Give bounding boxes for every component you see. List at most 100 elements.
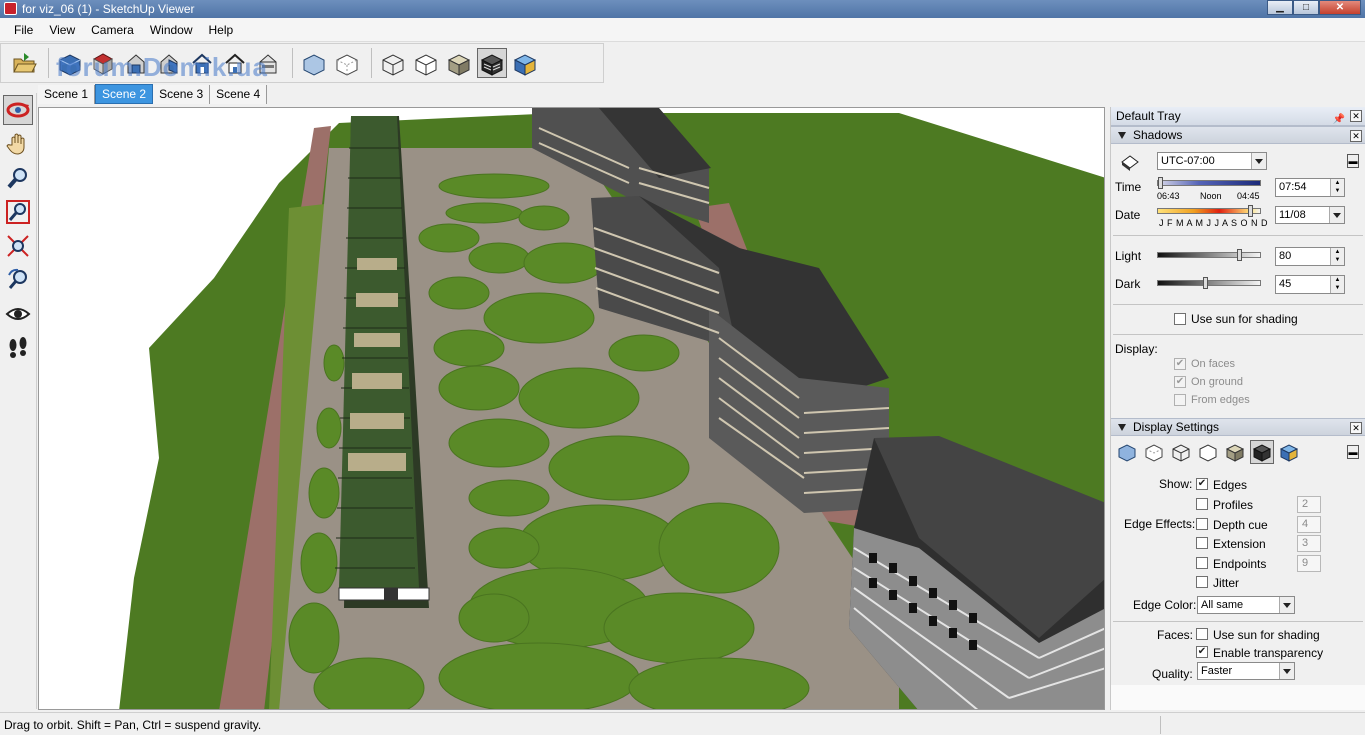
navigation-toolbar <box>0 93 37 709</box>
iso-view-button[interactable] <box>55 48 85 78</box>
faces-use-sun-checkbox[interactable] <box>1196 628 1208 640</box>
menu-camera[interactable]: Camera <box>83 23 142 37</box>
depth-cue-checkbox[interactable] <box>1196 518 1208 530</box>
extension-input[interactable]: 3 <box>1297 535 1321 552</box>
use-sun-shading-checkbox[interactable] <box>1174 313 1186 325</box>
date-select[interactable]: 11/08 <box>1275 206 1345 224</box>
orbit-tool-button[interactable] <box>3 95 33 125</box>
look-around-tool-button[interactable] <box>3 299 33 329</box>
model-viewport[interactable] <box>38 107 1105 710</box>
on-ground-checkbox[interactable] <box>1174 376 1186 388</box>
profiles-label: Profiles <box>1213 498 1254 512</box>
divider <box>1113 304 1363 305</box>
depth-cue-input[interactable]: 4 <box>1297 516 1321 533</box>
left-view-button[interactable] <box>220 48 250 78</box>
monochrome-style-button[interactable] <box>510 48 540 78</box>
date-slider[interactable] <box>1157 208 1261 214</box>
zoom-window-tool-button[interactable] <box>3 197 33 227</box>
minimize-button[interactable]: ▁ <box>1267 0 1293 15</box>
endpoints-input[interactable]: 9 <box>1297 555 1321 572</box>
wireframe-style-icon[interactable] <box>1171 442 1191 462</box>
shaded-with-textures-button[interactable] <box>477 48 507 78</box>
back-view-button[interactable] <box>187 48 217 78</box>
bottom-view-button[interactable] <box>253 48 283 78</box>
light-slider-thumb[interactable] <box>1237 249 1242 261</box>
menu-help[interactable]: Help <box>201 23 242 37</box>
xray-style-icon <box>303 54 325 76</box>
top-view-button[interactable] <box>88 48 118 78</box>
light-input[interactable]: 80 ▲ ▼ <box>1275 247 1345 266</box>
close-button[interactable]: ✕ <box>1319 0 1361 15</box>
shadows-panel-header[interactable]: Shadows ✕ <box>1111 126 1365 144</box>
spinner-arrows-icon[interactable]: ▲ ▼ <box>1330 276 1344 293</box>
edges-checkbox[interactable] <box>1196 478 1208 490</box>
xray-style-button[interactable] <box>299 48 329 78</box>
date-slider-thumb[interactable] <box>1248 205 1253 217</box>
tab-scene-1[interactable]: Scene 1 <box>38 85 96 104</box>
maximize-button[interactable]: □ <box>1293 0 1319 15</box>
measurements-box[interactable] <box>1160 716 1363 734</box>
shadows-panel-close-button[interactable]: ✕ <box>1350 130 1362 142</box>
shadow-toggle-icon[interactable] <box>1119 152 1141 172</box>
tab-scene-4[interactable]: Scene 4 <box>210 85 268 104</box>
back-edges-button[interactable] <box>332 48 362 78</box>
front-view-button[interactable] <box>121 48 151 78</box>
hidden-line-style-icon[interactable] <box>1198 442 1218 462</box>
back-edges-icon <box>336 54 358 76</box>
enable-transparency-checkbox[interactable] <box>1196 646 1208 658</box>
right-view-button[interactable] <box>154 48 184 78</box>
monochrome-style-icon[interactable] <box>1279 442 1299 462</box>
tray-close-button[interactable]: ✕ <box>1350 110 1362 122</box>
back-edges-icon[interactable] <box>1144 442 1164 462</box>
spinner-arrows-icon[interactable]: ▲ ▼ <box>1330 248 1344 265</box>
menu-file[interactable]: File <box>6 23 41 37</box>
display-settings-panel-header[interactable]: Display Settings ✕ <box>1111 418 1365 436</box>
spinner-arrows-icon[interactable]: ▲ ▼ <box>1330 179 1344 196</box>
dark-slider[interactable] <box>1157 280 1261 286</box>
light-slider[interactable] <box>1157 252 1261 258</box>
pan-tool-button[interactable] <box>3 129 33 159</box>
divider <box>1113 235 1363 236</box>
tab-scene-2[interactable]: Scene 2 <box>95 84 154 104</box>
previous-view-tool-button[interactable] <box>3 265 33 295</box>
front-view-icon <box>127 54 145 74</box>
wireframe-style-button[interactable] <box>378 48 408 78</box>
xray-style-icon[interactable] <box>1117 442 1137 462</box>
dark-input[interactable]: 45 ▲ ▼ <box>1275 275 1345 294</box>
extension-checkbox[interactable] <box>1196 537 1208 549</box>
profiles-checkbox[interactable] <box>1196 498 1208 510</box>
shaded-with-textures-button[interactable] <box>1250 440 1274 464</box>
profiles-width-input[interactable]: 2 <box>1297 496 1321 513</box>
edge-color-select[interactable]: All same <box>1197 596 1295 614</box>
zoom-tool-button[interactable] <box>3 163 33 193</box>
display-settings-close-button[interactable]: ✕ <box>1350 422 1362 434</box>
enable-transparency-label: Enable transparency <box>1213 646 1324 660</box>
faces-label: Faces: <box>1157 628 1194 642</box>
menu-window[interactable]: Window <box>142 23 201 37</box>
panel-options-button[interactable]: ▬ <box>1347 445 1359 459</box>
from-edges-checkbox[interactable] <box>1174 394 1186 406</box>
jitter-checkbox[interactable] <box>1196 576 1208 588</box>
time-slider-thumb[interactable] <box>1158 177 1163 189</box>
shaded-style-button[interactable] <box>444 48 474 78</box>
time-end-label: 04:45 <box>1237 191 1260 201</box>
endpoints-checkbox[interactable] <box>1196 557 1208 569</box>
previous-view-icon <box>8 268 27 289</box>
time-slider[interactable] <box>1157 180 1261 186</box>
shaded-style-icon[interactable] <box>1225 442 1245 462</box>
eye-icon <box>5 308 31 320</box>
time-input[interactable]: 07:54 ▲ ▼ <box>1275 178 1345 197</box>
timezone-select[interactable]: UTC-07:00 <box>1157 152 1267 170</box>
zoom-extents-tool-button[interactable] <box>3 231 33 261</box>
panel-options-button[interactable]: ▬ <box>1347 154 1359 168</box>
edges-label: Edges <box>1213 478 1248 492</box>
menu-view[interactable]: View <box>41 23 83 37</box>
collapse-triangle-icon <box>1118 424 1126 431</box>
on-faces-checkbox[interactable] <box>1174 358 1186 370</box>
tab-scene-3[interactable]: Scene 3 <box>153 85 211 104</box>
open-file-button[interactable] <box>9 48 39 78</box>
dark-slider-thumb[interactable] <box>1203 277 1208 289</box>
hidden-line-style-button[interactable] <box>411 48 441 78</box>
quality-select[interactable]: Faster <box>1197 662 1295 680</box>
walk-tool-button[interactable] <box>3 333 33 363</box>
